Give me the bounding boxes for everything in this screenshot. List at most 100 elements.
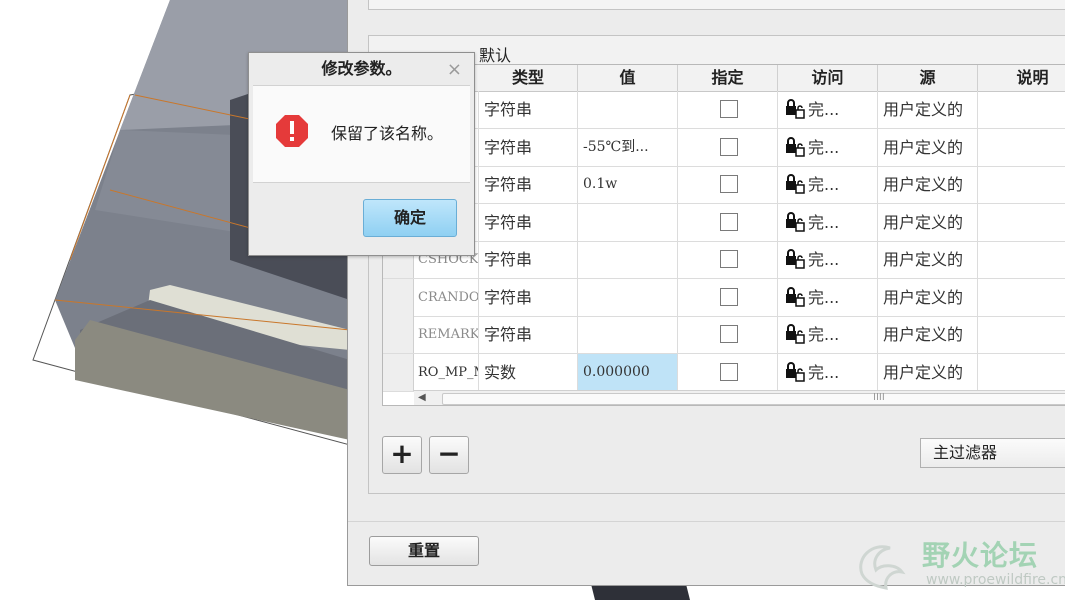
- cell-type[interactable]: 实数: [479, 353, 578, 391]
- cell-source[interactable]: 用户定义的: [878, 278, 978, 316]
- column-header-value[interactable]: 值: [578, 65, 678, 91]
- cell-description[interactable]: [978, 241, 1065, 278]
- reset-button[interactable]: 重置: [369, 536, 479, 566]
- cell-description[interactable]: [978, 354, 1065, 391]
- designate-checkbox[interactable]: [720, 100, 738, 118]
- cell-designate[interactable]: [678, 128, 778, 166]
- scroll-thumb[interactable]: IIII: [442, 392, 1065, 405]
- cell-designate[interactable]: [678, 91, 778, 128]
- remove-parameter-button[interactable]: −: [429, 436, 469, 474]
- cell-value[interactable]: 0.1w: [578, 166, 678, 203]
- dialog-message: 保留了该名称。: [331, 124, 444, 143]
- cell-type[interactable]: 字符串: [479, 241, 578, 278]
- designate-checkbox[interactable]: [720, 137, 738, 156]
- cell-access[interactable]: 完...: [778, 91, 878, 128]
- cell-name[interactable]: RO_MP_MASS: [413, 353, 479, 391]
- cell-access[interactable]: 完...: [778, 203, 878, 241]
- cell-value[interactable]: [578, 91, 678, 128]
- cell-name[interactable]: CRANDOM: [413, 278, 479, 316]
- access-text: 完...: [808, 362, 840, 382]
- cell-name[interactable]: REMARK: [413, 316, 479, 353]
- cell-description[interactable]: [978, 279, 1065, 316]
- column-header-source[interactable]: 源: [878, 65, 978, 91]
- cell-designate[interactable]: [678, 166, 778, 203]
- cell-access[interactable]: 完...: [778, 353, 878, 391]
- add-parameter-button[interactable]: +: [382, 436, 422, 474]
- designate-checkbox[interactable]: [720, 287, 738, 306]
- parameters-table: 类型 值 指定 访问 源 说明 1字符串完...用户定义的字符串-55℃到...…: [382, 64, 1065, 406]
- cell-access[interactable]: 完...: [778, 316, 878, 353]
- cell-designate[interactable]: [678, 278, 778, 316]
- cell-source[interactable]: 用户定义的: [878, 128, 978, 166]
- column-header-type[interactable]: 类型: [479, 65, 578, 91]
- cell-value[interactable]: [578, 316, 678, 353]
- cell-description[interactable]: [978, 166, 1065, 203]
- close-icon[interactable]: ×: [447, 59, 462, 80]
- cell-value[interactable]: [578, 278, 678, 316]
- cell-designate[interactable]: [678, 316, 778, 353]
- lock-icon: [786, 174, 805, 194]
- cell-source[interactable]: 用户定义的: [878, 91, 978, 128]
- table-row[interactable]: REMARK 字符串 完... 用户定义的: [383, 316, 1065, 354]
- cell-type[interactable]: 字符串: [479, 91, 578, 128]
- cell-access[interactable]: 完...: [778, 278, 878, 316]
- cell-type[interactable]: 字符串: [479, 166, 578, 203]
- access-text: 完...: [808, 250, 840, 269]
- cell-designate[interactable]: [678, 203, 778, 241]
- cell-value[interactable]: [578, 241, 678, 278]
- cell-designate[interactable]: [678, 241, 778, 278]
- column-header-description[interactable]: 说明: [978, 65, 1065, 91]
- cell-access[interactable]: 完...: [778, 166, 878, 203]
- scroll-left-icon[interactable]: ◀: [418, 391, 426, 405]
- cell-type[interactable]: 字符串: [479, 128, 578, 166]
- table-row[interactable]: RO_MP_MASS实数0.000000 完... 用户定义的: [383, 353, 1065, 392]
- cell-access[interactable]: 完...: [778, 241, 878, 278]
- main-filter-select[interactable]: 主过滤器: [920, 438, 1065, 468]
- cell-source[interactable]: 用户定义的: [878, 241, 978, 278]
- cell-description[interactable]: [978, 129, 1065, 166]
- cell-source[interactable]: 用户定义的: [878, 203, 978, 241]
- cell-description[interactable]: [978, 316, 1065, 353]
- cell-designate[interactable]: [678, 353, 778, 391]
- filter-label[interactable]: 默认: [479, 42, 511, 66]
- cell-access[interactable]: 完...: [778, 128, 878, 166]
- cell-type[interactable]: 字符串: [479, 278, 578, 316]
- cell-value[interactable]: 0.000000: [578, 353, 678, 391]
- app-viewport: 默认 类型 值 指定 访问 源 说明 1字符串完...用户定义的字符串-55℃到…: [0, 0, 1065, 600]
- lock-icon: [786, 99, 805, 119]
- row-gutter[interactable]: [383, 353, 414, 391]
- cell-source[interactable]: 用户定义的: [878, 166, 978, 203]
- cell-value[interactable]: [578, 203, 678, 241]
- designate-checkbox[interactable]: [720, 362, 738, 381]
- row-gutter[interactable]: [383, 278, 414, 316]
- designate-checkbox[interactable]: [720, 175, 738, 193]
- column-header-access[interactable]: 访问: [778, 65, 878, 91]
- cell-source[interactable]: 用户定义的: [878, 316, 978, 353]
- table-row[interactable]: CSHOCK 字符串 完... 用户定义的: [383, 241, 1065, 279]
- access-text: 完...: [808, 175, 840, 194]
- designate-checkbox[interactable]: [720, 325, 738, 343]
- lock-icon: [786, 211, 805, 232]
- cell-value[interactable]: -55℃到...: [578, 128, 678, 166]
- table-row[interactable]: CRANDOM字符串 完... 用户定义的: [383, 278, 1065, 317]
- cell-type[interactable]: 字符串: [479, 316, 578, 353]
- watermark-url: www.proewildfire.cn: [926, 572, 1065, 588]
- ok-button[interactable]: 确定: [363, 199, 457, 237]
- watermark: 野火论坛 www.proewildfire.cn: [852, 530, 1065, 594]
- table-row[interactable]: 字符串 0.1w 完... 用户定义的: [383, 166, 1065, 204]
- row-gutter[interactable]: [383, 316, 414, 353]
- designate-checkbox[interactable]: [720, 250, 738, 268]
- horizontal-scrollbar[interactable]: ◀ IIII: [414, 390, 1065, 405]
- designate-checkbox[interactable]: [720, 212, 738, 231]
- lock-icon: [786, 249, 805, 269]
- cell-description[interactable]: [978, 204, 1065, 241]
- cell-description[interactable]: [978, 91, 1065, 128]
- cell-source[interactable]: 用户定义的: [878, 353, 978, 391]
- access-text: 完...: [808, 212, 840, 232]
- table-row[interactable]: 1字符串完...用户定义的: [383, 91, 1065, 129]
- table-row[interactable]: E字符串完...用户定义的: [383, 203, 1065, 242]
- lock-icon: [786, 286, 805, 307]
- column-header-designate[interactable]: 指定: [678, 65, 778, 91]
- cell-type[interactable]: 字符串: [479, 203, 578, 241]
- table-row[interactable]: 字符串 -55℃到... 完... 用户定义的: [383, 128, 1065, 167]
